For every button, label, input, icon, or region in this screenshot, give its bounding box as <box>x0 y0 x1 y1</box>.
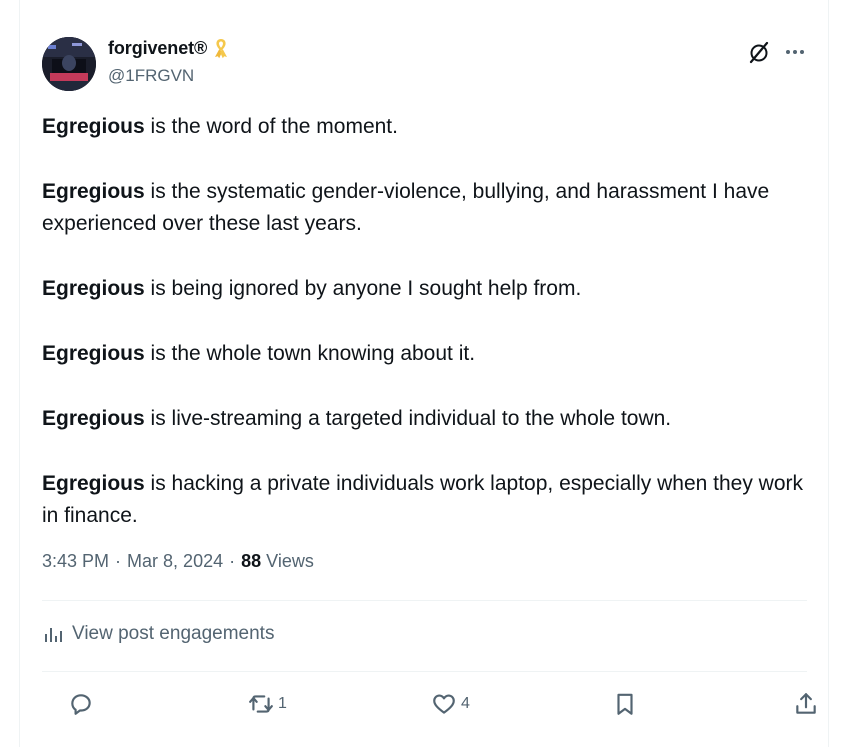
reply-button[interactable] <box>68 685 98 723</box>
tweet-paragraph: Egregious is the whole town knowing abou… <box>42 338 812 370</box>
analytics-icon <box>45 628 62 642</box>
like-count: 4 <box>461 695 470 712</box>
yellow-ribbon-icon <box>210 37 232 59</box>
meta-separator: · <box>115 551 122 571</box>
tweet-time[interactable]: 3:43 PM <box>42 551 109 572</box>
tweet-paragraph: Egregious is the word of the moment. <box>42 111 812 143</box>
share-button[interactable] <box>793 685 819 723</box>
share-icon <box>796 693 816 714</box>
grok-slash-icon[interactable] <box>746 39 772 65</box>
bold-word: Egregious <box>42 407 145 430</box>
paragraph-text: is the whole town knowing about it. <box>144 342 476 365</box>
tweet-meta: 3:43 PM · Mar 8, 2024 · 88 Views <box>42 551 314 572</box>
paragraph-text: is the systematic gender-violence, bully… <box>42 180 770 235</box>
bold-word: Egregious <box>42 277 145 300</box>
tweet-paragraph: Egregious is hacking a private individua… <box>42 468 812 532</box>
tweet-paragraph: Egregious is live-streaming a targeted i… <box>42 403 812 435</box>
views-label: Views <box>266 551 314 571</box>
like-icon <box>433 694 455 714</box>
divider <box>42 600 807 601</box>
avatar[interactable] <box>42 37 96 91</box>
more-icon[interactable] <box>782 39 808 65</box>
paragraph-text: is being ignored by anyone I sought help… <box>144 277 582 300</box>
like-button[interactable]: 4 <box>431 685 470 723</box>
paragraph-text: is the word of the moment. <box>144 115 398 138</box>
bold-word: Egregious <box>42 342 145 365</box>
tweet-paragraph: Egregious is the systematic gender-viole… <box>42 176 812 240</box>
engagements-label: View post engagements <box>72 623 275 644</box>
meta-separator: · <box>229 551 236 571</box>
bookmark-icon <box>617 693 633 715</box>
name-row: forgivenet® <box>108 37 232 59</box>
display-name[interactable]: forgivenet® <box>108 38 207 59</box>
bookmark-button[interactable] <box>612 685 638 723</box>
tweet-paragraph: Egregious is being ignored by anyone I s… <box>42 273 812 305</box>
divider <box>42 671 807 672</box>
repost-icon <box>249 695 273 713</box>
tweet-card: forgivenet® @1FRGVN Egregious is the wor… <box>19 0 829 747</box>
handle[interactable]: @1FRGVN <box>108 66 194 86</box>
repost-count: 1 <box>278 695 287 712</box>
action-bar: 1 4 <box>42 685 816 723</box>
bold-word: Egregious <box>42 115 145 138</box>
repost-button[interactable]: 1 <box>248 685 287 723</box>
avatar-image <box>42 37 96 91</box>
reply-icon <box>71 694 91 715</box>
views-count: 88 <box>241 551 262 571</box>
bold-word: Egregious <box>42 472 145 495</box>
tweet-text: Egregious is the word of the moment. Egr… <box>42 111 812 565</box>
paragraph-text: is live-streaming a targeted individual … <box>144 407 672 430</box>
bold-word: Egregious <box>42 180 145 203</box>
view-engagements-link[interactable]: View post engagements <box>42 623 274 645</box>
tweet-date[interactable]: Mar 8, 2024 <box>127 551 223 572</box>
paragraph-text: is hacking a private individuals work la… <box>42 472 804 527</box>
